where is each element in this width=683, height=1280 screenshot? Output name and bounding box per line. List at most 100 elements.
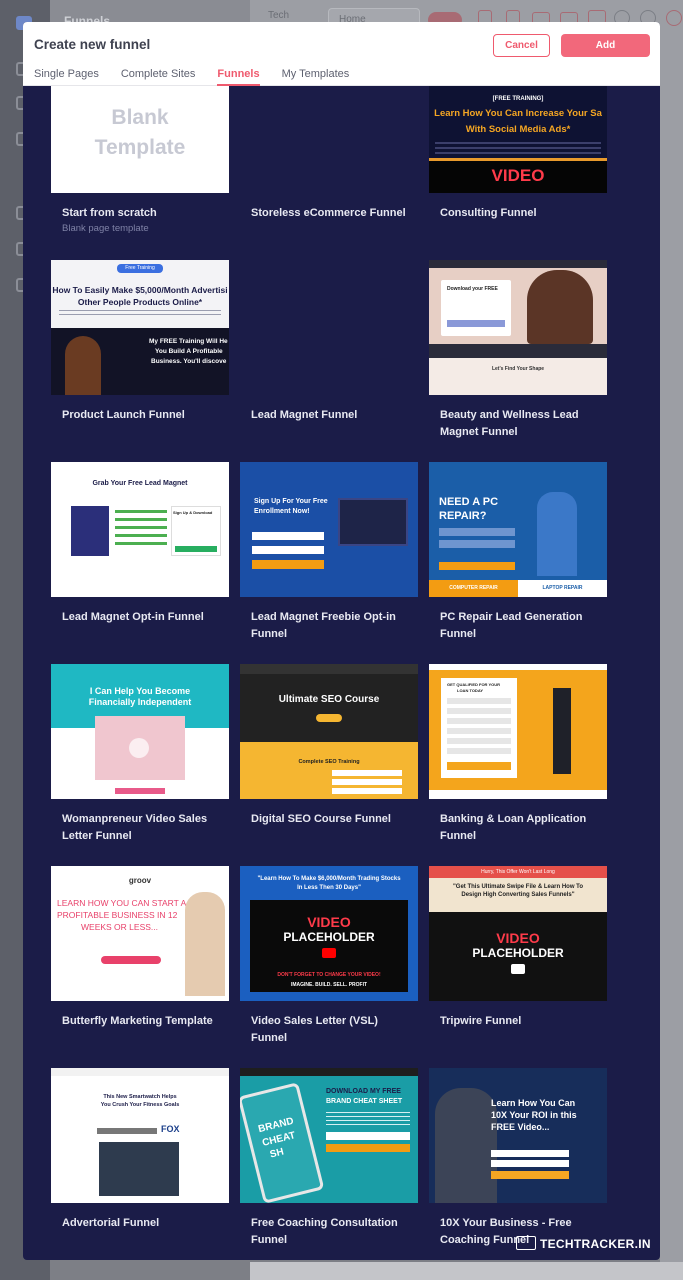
thumb-video-label: PLACEHOLDER	[283, 930, 375, 944]
template-title: Digital SEO Course Funnel	[251, 813, 391, 825]
template-card-lead-magnet[interactable]: Lead Magnet Funnel	[240, 260, 418, 450]
thumb-heading: LEARN HOW YOU CAN START A	[57, 898, 187, 908]
watermark: TECHTRACKER.IN	[516, 1236, 658, 1256]
template-title: Beauty and Wellness Lead Magnet Funnel	[440, 409, 579, 438]
thumb-form-fields	[447, 698, 511, 758]
template-thumbnail: Free Training How To Easily Make $5,000/…	[51, 260, 229, 395]
thumb-text: My FREE Training Will He	[149, 338, 228, 345]
thumb-heading: Design High Converting Sales Funnels"	[461, 892, 575, 898]
thumb-text: Learn How You Can	[491, 1098, 576, 1108]
template-card-advertorial[interactable]: This New Smartwatch Helps You Crush Your…	[51, 1068, 229, 1258]
thumb-text: REPAIR?	[439, 510, 487, 522]
template-card-consulting[interactable]: [FREE TRAINING] Learn How You Can Increa…	[429, 86, 607, 248]
thumb-product-image	[338, 498, 408, 546]
thumb-heading: BRAND CHEAT SHEET	[326, 1098, 403, 1105]
thumb-video-label: VIDEO	[491, 166, 545, 185]
template-card-start-from-scratch[interactable]: Blank Template Start from scratch Blank …	[51, 86, 229, 248]
thumb-checklist	[115, 510, 167, 550]
template-card-lead-magnet-optin[interactable]: Grab Your Free Lead Magnet Sign Up & Dow…	[51, 462, 229, 652]
template-card-tripwire[interactable]: Hurry, This Offer Won't Last Long "Get T…	[429, 866, 607, 1056]
template-card-beauty-wellness[interactable]: Download your FREE Let's Find Your Shape…	[429, 260, 607, 450]
thumb-text: LOAN TODAY	[457, 688, 484, 693]
preview-eye-icon	[666, 10, 682, 26]
thumb-text: FREE Video...	[491, 1122, 550, 1132]
template-card-product-launch[interactable]: Free Training How To Easily Make $5,000/…	[51, 260, 229, 450]
template-thumbnail: [FREE TRAINING] Learn How You Can Increa…	[429, 86, 607, 193]
template-title: Free Coaching Consultation Funnel	[251, 1217, 398, 1246]
thumb-text-lines	[59, 310, 221, 318]
template-thumbnail: Download your FREE Let's Find Your Shape	[429, 260, 607, 395]
template-card-butterfly-marketing[interactable]: groov LEARN HOW YOU CAN START A PROFITAB…	[51, 866, 229, 1056]
template-title: Lead Magnet Funnel	[251, 409, 358, 421]
template-thumbnail: Learn How You Can 10X Your ROI in this F…	[429, 1068, 607, 1203]
thumb-form-button	[439, 562, 515, 570]
thumb-heading: How To Easily Make $5,000/Month Advertis…	[52, 285, 228, 295]
add-button[interactable]: Add	[561, 34, 650, 57]
thumb-person-image	[65, 336, 101, 395]
thumb-text: 10X Your ROI in this	[491, 1110, 577, 1120]
thumb-cta	[115, 788, 165, 794]
template-grid: Blank Template Start from scratch Blank …	[51, 86, 621, 1260]
site-label: Tech	[268, 10, 290, 21]
template-card-10x-business[interactable]: Learn How You Can 10X Your ROI in this F…	[429, 1068, 607, 1258]
youtube-play-icon	[322, 948, 336, 958]
cancel-button[interactable]: Cancel	[493, 34, 550, 57]
template-title: Tripwire Funnel	[440, 1015, 522, 1027]
template-thumbnail: Hurry, This Offer Won't Last Long "Get T…	[429, 866, 607, 1001]
template-tabs: Single Pages Complete Sites Funnels My T…	[34, 68, 371, 86]
thumb-text: Enrollment Now!	[254, 508, 310, 515]
thumb-text: Sign Up & Download	[173, 510, 213, 515]
monitor-icon	[516, 1236, 536, 1250]
template-thumbnail: "Learn How To Make $6,000/Month Trading …	[240, 866, 418, 1001]
thumb-service-orange: COMPUTER REPAIR	[429, 580, 518, 597]
thumb-heading: Ultimate SEO Course	[278, 694, 380, 705]
template-thumbnail: NEED A PC REPAIR? COMPUTER REPAIR LAPTOP…	[429, 462, 607, 597]
template-title: Lead Magnet Freebie Opt-in Funnel	[251, 611, 396, 640]
thumb-video-label: PLACEHOLDER	[472, 946, 564, 960]
thumb-heading: In Less Then 30 Days"	[297, 885, 361, 891]
template-title: Product Launch Funnel	[62, 409, 185, 421]
thumb-heading: With Social Media Ads*	[465, 124, 571, 135]
thumb-heading: I Can Help You Become	[89, 686, 191, 696]
template-card-digital-seo[interactable]: Ultimate SEO Course Complete SEO Trainin…	[240, 664, 418, 854]
template-title: Video Sales Letter (VSL) Funnel	[251, 1015, 378, 1044]
thumb-input	[326, 1132, 410, 1140]
watermark-text: TECHTRACKER.IN	[540, 1237, 651, 1251]
thumb-dark-band	[429, 344, 607, 358]
thumb-badge: Free Training	[117, 264, 163, 273]
template-card-lead-magnet-freebie[interactable]: Sign Up For Your Free Enrollment Now! Le…	[240, 462, 418, 652]
thumb-text: You Build A Profitable	[155, 348, 223, 355]
thumb-form-button	[326, 1144, 410, 1152]
template-card-pc-repair[interactable]: NEED A PC REPAIR? COMPUTER REPAIR LAPTOP…	[429, 462, 607, 652]
template-thumbnail: GET QUALIFIED FOR YOUR LOAN TODAY	[429, 664, 607, 799]
template-card-banking-loan[interactable]: GET QUALIFIED FOR YOUR LOAN TODAY Bankin…	[429, 664, 607, 854]
thumb-text: Sign Up For Your Free	[254, 498, 328, 505]
tab-funnels[interactable]: Funnels	[217, 68, 260, 86]
thumb-form-button	[252, 560, 324, 569]
thumb-input	[252, 546, 324, 554]
thumb-heading: Other People Products Online*	[77, 297, 203, 307]
template-card-storeless-ecommerce[interactable]: Storeless eCommerce Funnel	[240, 86, 418, 248]
thumb-text: IMAGINE. BUILD. SELL. PROFIT	[290, 982, 368, 988]
template-title: Start from scratch	[62, 207, 157, 219]
play-icon	[511, 964, 525, 974]
tab-single-pages[interactable]: Single Pages	[34, 68, 99, 86]
template-thumbnail: BRAND CHEAT SH DOWNLOAD MY FREE BRAND CH…	[240, 1068, 418, 1203]
tab-complete-sites[interactable]: Complete Sites	[121, 68, 196, 86]
thumb-form	[332, 770, 402, 796]
thumb-heading: "Get This Ultimate Swipe File & Learn Ho…	[452, 884, 584, 890]
template-thumbnail: Grab Your Free Lead Magnet Sign Up & Dow…	[51, 462, 229, 597]
template-thumbnail: Sign Up For Your Free Enrollment Now!	[240, 462, 418, 597]
thumb-text-lines	[435, 142, 601, 154]
thumb-banner: Hurry, This Offer Won't Last Long	[429, 866, 607, 878]
thumb-person-image	[553, 688, 571, 774]
template-title: Lead Magnet Opt-in Funnel	[62, 611, 204, 623]
template-card-free-coaching[interactable]: BRAND CHEAT SH DOWNLOAD MY FREE BRAND CH…	[240, 1068, 418, 1258]
template-title: Butterfly Marketing Template	[62, 1015, 213, 1027]
tab-my-templates[interactable]: My Templates	[282, 68, 350, 86]
thumb-form-fields	[439, 528, 515, 552]
template-subtitle: Blank page template	[62, 223, 149, 234]
template-card-vsl[interactable]: "Learn How To Make $6,000/Month Trading …	[240, 866, 418, 1056]
template-card-womanpreneur[interactable]: I Can Help You Become Financially Indepe…	[51, 664, 229, 854]
thumb-logos-row	[97, 1128, 157, 1134]
